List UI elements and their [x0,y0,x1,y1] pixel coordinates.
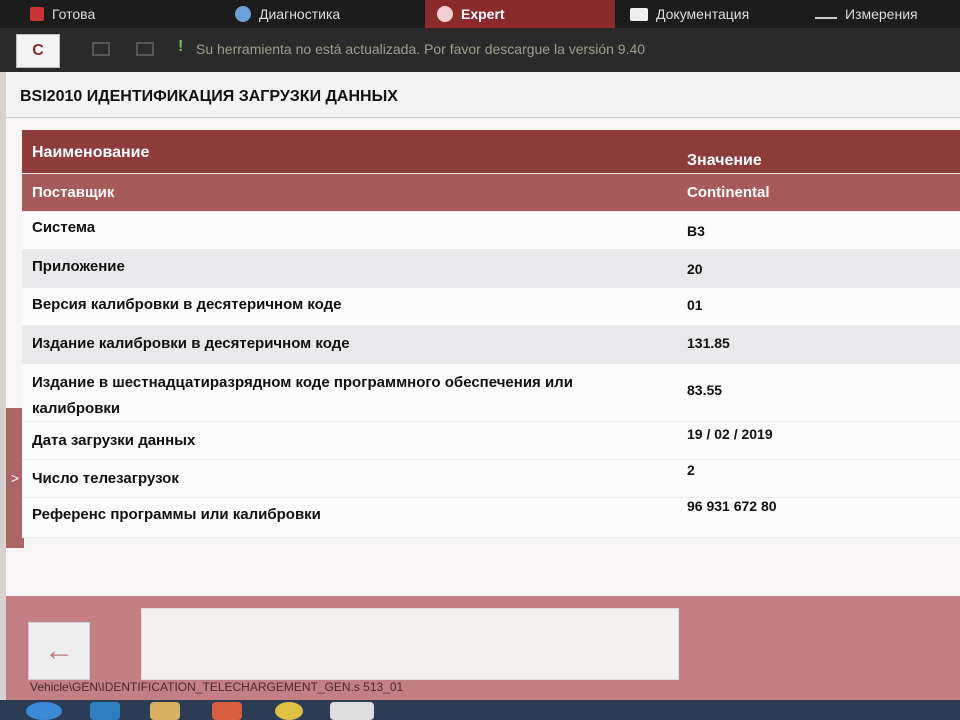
chrome-icon[interactable] [275,702,303,720]
row-value: 96 931 672 80 [687,498,777,514]
identification-table: Наименование Значение Поставщик Continen… [22,130,960,538]
update-notice-text[interactable]: Su herramienta no está actualizada. Por … [196,41,645,57]
row-name: Референс программы или калибровки [32,506,321,523]
screen-path: Vehicle\GEN\IDENTIFICATION_TELECHARGEMEN… [30,680,404,694]
page-title: BSI2010 ИДЕНТИФИКАЦИЯ ЗАГРУЗКИ ДАННЫХ [20,88,398,105]
nav-expert[interactable]: Expert [425,0,615,28]
table-row[interactable]: Издание в шестнадцатиразрядном коде прог… [22,364,960,422]
nav-home-label: Готова [52,6,96,22]
table-row[interactable]: Референс программы или калибровки 96 931… [22,498,960,538]
nav-documentation-label: Документация [656,6,750,22]
table-row[interactable]: Поставщик Continental [22,174,960,212]
table-row[interactable]: Издание калибровки в десятеричном коде 1… [22,326,960,364]
row-value: 19 / 02 / 2019 [687,426,773,442]
brand-logo[interactable]: C [16,34,60,68]
nav-diagnostics-label: Диагностика [259,6,341,22]
brand-logo-mark: C [32,42,44,59]
nav-home[interactable]: Готова [30,0,95,28]
notice-bar: C ! Su herramienta no está actualizada. … [0,28,960,72]
bottom-panel: ← Vehicle\GEN\IDENTIFICATION_TELECHARGEM… [6,596,960,700]
folder-icon[interactable] [150,702,180,720]
row-value: 01 [687,297,703,313]
media-player-icon[interactable] [212,702,242,720]
os-taskbar [0,700,960,720]
nav-measurements[interactable]: Измерения [815,0,918,28]
row-name: Приложение [32,258,125,275]
print-icon[interactable] [136,42,154,56]
table-row[interactable]: Система B3 [22,212,960,250]
nav-expert-label: Expert [461,6,505,22]
table-row[interactable]: Версия калибровки в десятеричном коде 01 [22,288,960,326]
nav-diagnostics[interactable]: Диагностика [235,0,340,28]
row-name: Поставщик [32,184,115,201]
row-name: Число телезагрузок [32,470,179,487]
row-value: 83.55 [687,382,723,398]
row-value: Continental [687,184,770,201]
page-title-bar: BSI2010 ИДЕНТИФИКАЦИЯ ЗАГРУЗКИ ДАННЫХ [6,72,960,118]
warning-icon: ! [178,38,184,55]
screen-icon[interactable] [92,42,110,56]
column-header-name: Наименование [32,144,150,161]
chevron-right-icon: > [10,470,20,486]
message-area [141,608,679,680]
main-content: > Наименование Значение Поставщик Contin… [6,118,960,596]
arrow-left-icon: ← [44,634,74,667]
row-value: 20 [687,261,703,277]
table-row[interactable]: Приложение 20 [22,250,960,288]
app-icon[interactable] [330,702,374,720]
browser-icon[interactable] [90,702,120,720]
row-name: Система [32,219,96,236]
table-row[interactable]: Дата загрузки данных 19 / 02 / 2019 [22,422,960,460]
back-button[interactable]: ← [28,622,90,680]
waveform-icon [815,9,837,19]
row-value: 131.85 [687,335,730,351]
row-value: 2 [687,462,695,478]
row-name: Версия калибровки в десятеричном коде [32,296,342,313]
nav-documentation[interactable]: Документация [630,0,749,28]
nav-measurements-label: Измерения [845,6,918,22]
table-header: Наименование Значение [22,130,960,174]
start-icon[interactable] [26,702,62,720]
row-name: Издание в шестнадцатиразрядном коде прог… [32,374,573,417]
folder-icon [630,7,648,21]
expert-icon [437,6,453,22]
row-name: Дата загрузки данных [32,432,196,449]
column-header-value: Значение [687,152,762,169]
row-name: Издание калибровки в десятеричном коде [32,335,350,352]
row-value: B3 [687,223,705,239]
top-nav-bar: Готова Диагностика Expert Документация И… [0,0,960,28]
diagnostics-icon [235,6,251,22]
home-icon [30,7,44,21]
table-row[interactable]: Число телезагрузок 2 [22,460,960,498]
